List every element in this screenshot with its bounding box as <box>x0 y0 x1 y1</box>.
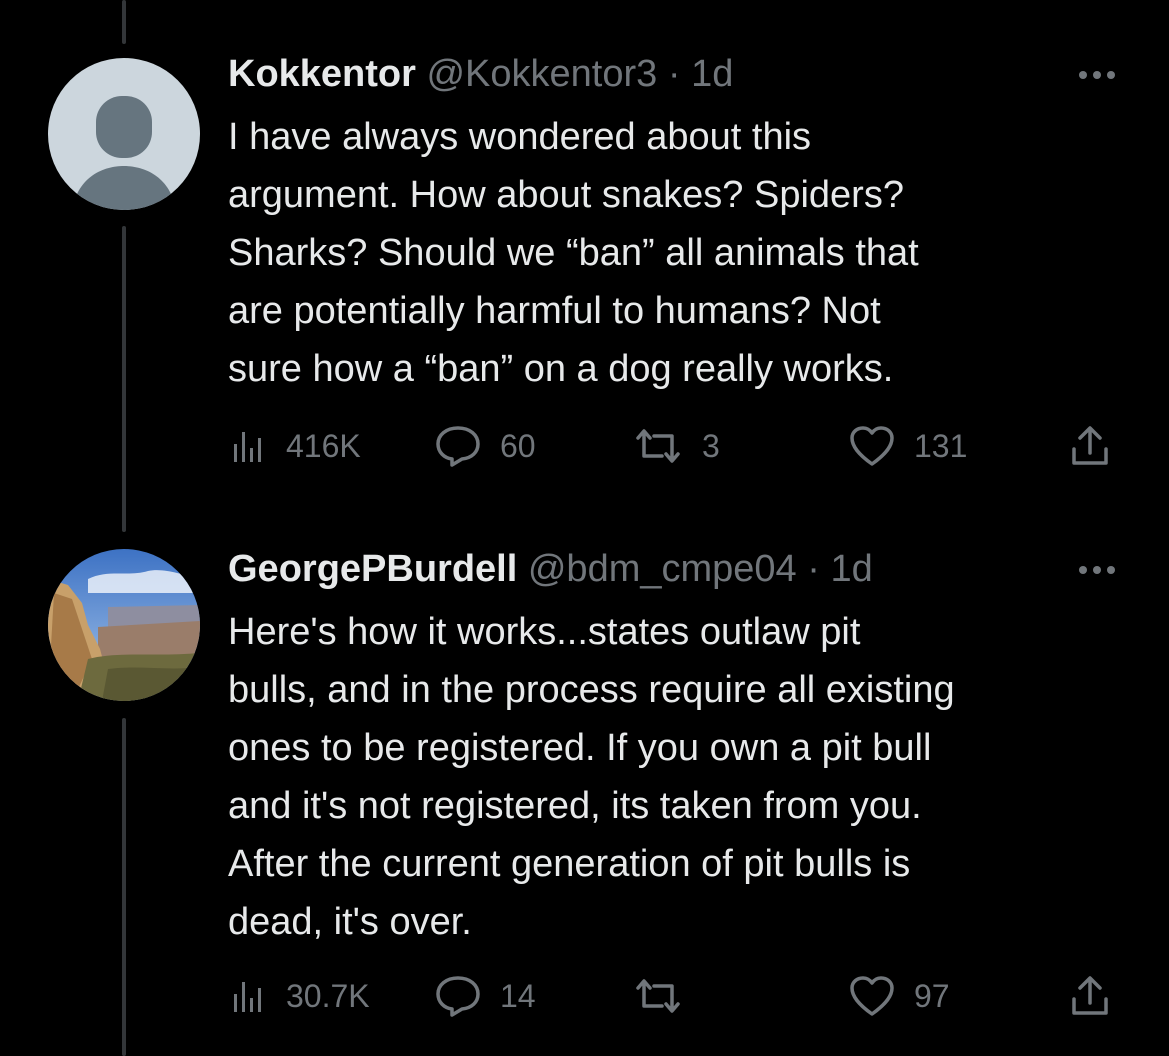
like-count: 97 <box>914 977 950 1014</box>
heart-icon <box>850 426 894 466</box>
views-button[interactable]: 416K <box>228 421 361 471</box>
thread-line-top <box>122 0 126 44</box>
timestamp[interactable]: 1d <box>830 548 872 590</box>
views-chart-icon <box>234 982 261 1012</box>
views-count: 416K <box>286 427 361 464</box>
timestamp[interactable]: 1d <box>691 53 733 95</box>
user-handle[interactable]: @bdm_cmpe04 <box>528 548 797 590</box>
share-button[interactable] <box>1068 421 1130 471</box>
default-profile-avatar-icon <box>48 58 200 210</box>
avatar[interactable] <box>48 549 200 701</box>
tweet-header: GeorgePBurdell @bdm_cmpe04 · 1d <box>228 547 873 591</box>
retweet-icon <box>636 979 680 1013</box>
reply-count: 60 <box>500 427 536 464</box>
views-button[interactable]: 30.7K <box>228 971 370 1021</box>
views-count: 30.7K <box>286 977 370 1014</box>
separator-dot: · <box>807 548 820 590</box>
like-button[interactable]: 97 <box>848 971 950 1021</box>
tweet-georgepburdell[interactable]: GeorgePBurdell @bdm_cmpe04 · 1d Here's h… <box>0 547 1169 1047</box>
retweet-button[interactable]: 3 <box>632 421 720 471</box>
retweet-button[interactable] <box>632 971 702 1021</box>
share-button[interactable] <box>1068 971 1130 1021</box>
retweet-count: 3 <box>702 427 720 464</box>
reply-bubble-icon <box>436 426 480 467</box>
share-upload-icon <box>1072 426 1108 465</box>
retweet-icon <box>636 429 680 463</box>
reply-bubble-icon <box>436 976 480 1017</box>
canyon-landscape-photo-icon <box>48 549 200 701</box>
action-bar: 30.7K 14 97 <box>228 971 1128 1021</box>
tweet-text: Here's how it works...states outlaw pit … <box>228 611 955 943</box>
tweet-text: I have always wondered about this argume… <box>228 116 919 390</box>
display-name[interactable]: Kokkentor <box>228 53 416 95</box>
display-name[interactable]: GeorgePBurdell <box>228 548 517 590</box>
avatar[interactable] <box>48 58 200 210</box>
like-button[interactable]: 131 <box>848 421 967 471</box>
action-bar: 416K 60 3 131 <box>228 421 1128 471</box>
more-options-icon[interactable] <box>1075 60 1119 90</box>
reply-count: 14 <box>500 977 536 1014</box>
like-count: 131 <box>914 427 968 464</box>
tweet-header: Kokkentor @Kokkentor3 · 1d <box>228 52 733 96</box>
separator-dot: · <box>667 53 681 95</box>
user-handle[interactable]: @Kokkentor3 <box>426 53 657 95</box>
reply-button[interactable]: 14 <box>434 971 536 1021</box>
heart-icon <box>850 976 894 1016</box>
reply-button[interactable]: 60 <box>434 421 536 471</box>
share-upload-icon <box>1072 976 1108 1015</box>
more-options-icon[interactable] <box>1075 555 1119 585</box>
views-chart-icon <box>234 432 261 462</box>
tweet-kokkentor[interactable]: Kokkentor @Kokkentor3 · 1d I have always… <box>0 52 1169 492</box>
